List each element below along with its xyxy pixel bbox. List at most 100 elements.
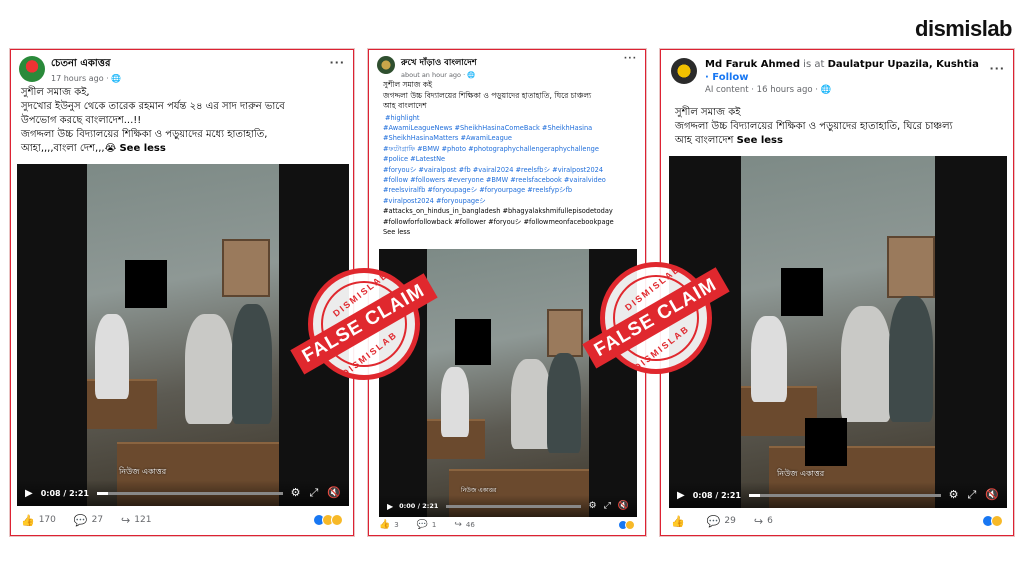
page-avatar[interactable] — [19, 56, 45, 82]
like-icon: 👍 — [21, 513, 35, 527]
reaction-count: 170 — [38, 515, 56, 525]
play-icon[interactable]: ▶ — [677, 490, 685, 501]
hashtag-line[interactable]: #follow #followers #everyone #BMW #reels… — [383, 175, 631, 185]
page-name[interactable]: চেতনা একাত্তর — [51, 56, 121, 73]
reaction-icons[interactable] — [982, 515, 1003, 527]
video-progress-bar[interactable] — [749, 493, 941, 497]
like-button[interactable]: 👍 — [671, 515, 689, 528]
false-claim-stamp: DISMISLAB FALSE CLAIM DISMISLAB — [290, 268, 438, 380]
play-icon[interactable]: ▶ — [387, 502, 393, 511]
fullscreen-icon[interactable]: ⤢ — [604, 501, 611, 511]
false-claim-stamp: DISMISLAB FALSE CLAIM DISMISLAB — [582, 262, 730, 374]
like-icon: 👍 — [671, 514, 685, 528]
comment-count: 27 — [91, 515, 104, 525]
settings-icon[interactable]: ⚙ — [589, 501, 597, 511]
page-avatar[interactable] — [377, 56, 395, 74]
video-time: 0:08 / 2:21 — [692, 490, 741, 500]
share-count: 6 — [767, 516, 773, 526]
hashtag-line[interactable]: #AwamiLeagueNews #SheikhHasinaComeBack #… — [383, 123, 631, 133]
video-controls: ▶ 0:08 / 2:21 ⚙ ⤢ 🔇 — [17, 480, 349, 506]
like-button[interactable]: 👍 170 — [21, 514, 56, 527]
hashtag-line[interactable]: #followforfollowback #follower #foryouシ … — [383, 217, 631, 227]
hashtag-list: #highlight #AwamiLeagueNews #SheikhHasin… — [369, 112, 645, 238]
play-icon[interactable]: ▶ — [25, 488, 33, 499]
share-button[interactable]: ↪ 121 — [121, 514, 151, 527]
like-button[interactable]: 👍 3 — [379, 520, 399, 530]
mute-icon[interactable]: 🔇 — [327, 486, 341, 500]
video-time: 0:00 / 2:21 — [399, 502, 439, 510]
video-watermark: নিউজ একাত্তর — [119, 467, 167, 476]
see-less-link[interactable]: See less — [383, 227, 631, 237]
hashtag-line[interactable]: #reelsviralfb #foryoupageシ #foryourpage … — [383, 185, 631, 195]
mute-icon[interactable]: 🔇 — [985, 488, 999, 502]
share-count: 46 — [465, 521, 475, 529]
video-progress-bar[interactable] — [97, 491, 283, 495]
comment-icon: 💬 — [73, 513, 88, 527]
mute-icon[interactable]: 🔇 — [618, 501, 629, 511]
hashtag-line[interactable]: #SheikhHasinaMatters #AwamiLeague — [383, 133, 631, 143]
post-text: সুশীল সমাজ কই জগদ্দলা উচ্চ বিদ্যালয়ের শ… — [675, 107, 953, 146]
video-player[interactable]: নিউজ একাত্তর ▶ 0:08 / 2:21 ⚙ ⤢ 🔇 — [17, 164, 349, 506]
comment-count: 1 — [431, 521, 437, 529]
post-text: সুশীল সমাজ কই জগদ্দলা উচ্চ বিদ্যালয়ের শ… — [383, 80, 592, 110]
video-controls: ▶ 0:00 / 2:21 ⚙ ⤢ 🔇 — [379, 495, 637, 517]
face-censor-box — [805, 418, 847, 466]
checkin-location[interactable]: Daulatpur Upazila, Kushtia — [828, 59, 979, 70]
share-count: 121 — [134, 515, 152, 525]
fullscreen-icon[interactable]: ⤢ — [309, 486, 318, 500]
comment-icon: 💬 — [416, 520, 428, 530]
globe-icon: 🌐 — [111, 74, 122, 83]
share-button[interactable]: ↪ 6 — [754, 515, 773, 528]
profile-name[interactable]: Md Faruk Ahmed — [705, 59, 800, 70]
sad-reaction-icon — [991, 515, 1003, 527]
face-censor-box — [125, 260, 167, 308]
more-options-icon[interactable]: ··· — [624, 54, 637, 64]
more-options-icon[interactable]: ··· — [329, 56, 345, 69]
video-progress-bar[interactable] — [446, 504, 581, 508]
like-icon: 👍 — [379, 520, 391, 530]
globe-icon: 🌐 — [820, 85, 832, 95]
video-player[interactable]: নিউজ একাত্তর ▶ 0:08 / 2:21 ⚙ ⤢ 🔇 — [669, 156, 1007, 508]
dismislab-logo: dismislab — [915, 16, 1012, 41]
comment-count: 29 — [724, 516, 736, 526]
reaction-icons[interactable] — [618, 520, 635, 530]
hashtag-line[interactable]: #police #LatestNe — [383, 154, 631, 164]
facebook-post-1: চেতনা একাত্তর 17 hours ago · 🌐 ··· সুশীল… — [10, 49, 354, 536]
reaction-icons[interactable] — [313, 514, 343, 526]
see-less-link[interactable]: See less — [737, 135, 783, 146]
hashtag-line[interactable]: #highlight — [383, 113, 631, 123]
comment-icon: 💬 — [706, 514, 721, 528]
checkin-text: is at — [800, 59, 828, 70]
post-time[interactable]: 17 hours ago · — [51, 74, 111, 83]
fullscreen-icon[interactable]: ⤢ — [967, 488, 976, 502]
comment-button[interactable]: 💬 1 — [417, 520, 437, 530]
hashtag-line[interactable]: #viralpost2024 #foryoupageシ — [383, 196, 631, 206]
face-censor-box — [781, 268, 823, 316]
follow-button[interactable]: · Follow — [705, 71, 979, 84]
share-icon: ↪ — [753, 514, 764, 528]
video-watermark: নিউজ একাত্তর — [777, 469, 825, 478]
post-time[interactable]: about an hour ago · — [401, 71, 467, 79]
video-controls: ▶ 0:08 / 2:21 ⚙ ⤢ 🔇 — [669, 482, 1007, 508]
globe-icon: 🌐 — [467, 71, 476, 79]
more-options-icon[interactable]: ··· — [989, 62, 1005, 75]
hashtag-line[interactable]: #ফটোগ্রাফি #BMW #photo #photographychall… — [383, 144, 631, 154]
reaction-count: 3 — [394, 521, 399, 529]
settings-icon[interactable]: ⚙ — [291, 486, 301, 500]
share-button[interactable]: ↪ 46 — [454, 520, 474, 530]
share-icon: ↪ — [121, 513, 131, 527]
post-time[interactable]: AI content · 16 hours ago · — [705, 85, 821, 95]
comment-button[interactable]: 💬 27 — [74, 514, 103, 527]
settings-icon[interactable]: ⚙ — [949, 488, 959, 502]
see-less-link[interactable]: See less — [119, 143, 165, 154]
hashtag-line[interactable]: #attacks_on_hindus_in_bangladesh #bhagya… — [383, 206, 631, 216]
face-censor-box — [455, 319, 491, 365]
sad-reaction-icon — [331, 514, 343, 526]
sad-reaction-icon — [625, 520, 635, 530]
post-text: সুশীল সমাজ কই, সুদখোর ইউনুস থেকে তারেক র… — [21, 87, 285, 154]
page-name[interactable]: রুখে দাঁড়াও বাংলাদেশ — [401, 56, 477, 70]
video-time: 0:08 / 2:21 — [40, 488, 89, 498]
profile-avatar[interactable] — [671, 58, 697, 84]
hashtag-line[interactable]: #foryouシ #vairalpost #fb #vairal2024 #re… — [383, 165, 631, 175]
comment-button[interactable]: 💬 29 — [707, 515, 736, 528]
